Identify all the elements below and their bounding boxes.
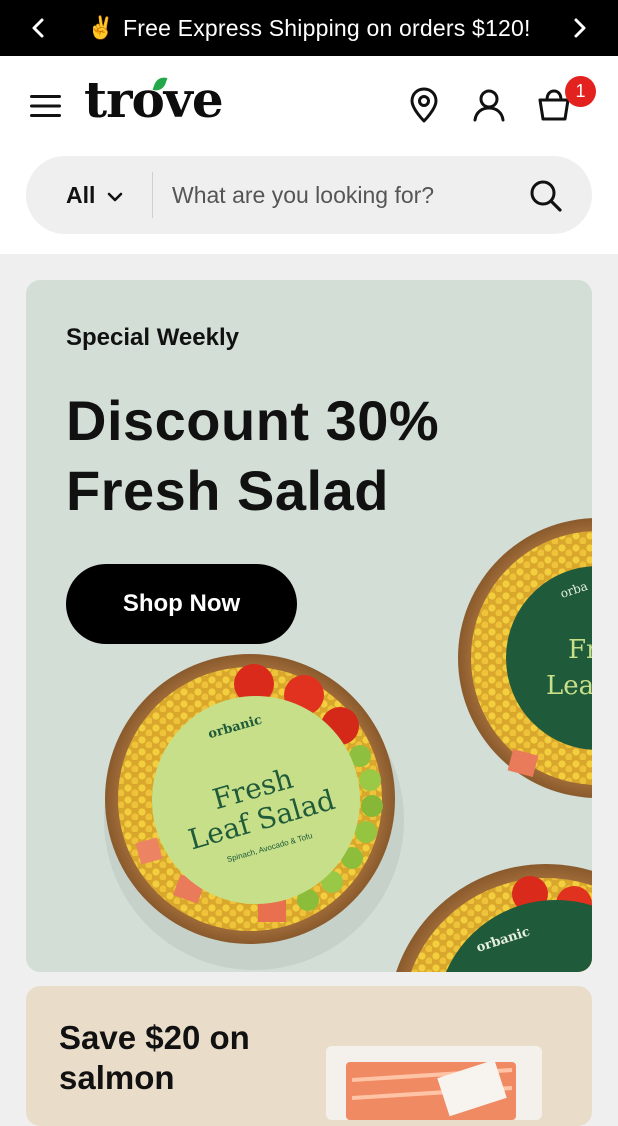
svg-text:Fr: Fr bbox=[568, 635, 592, 665]
hero-eyebrow: Special Weekly bbox=[66, 324, 239, 351]
category-select[interactable]: All bbox=[66, 156, 123, 234]
hero-headline-line2: Fresh Salad bbox=[66, 459, 389, 522]
cart-count-badge: 1 bbox=[565, 76, 596, 107]
search-input[interactable] bbox=[172, 170, 512, 220]
search-bar: All bbox=[26, 156, 592, 234]
svg-text:Lea: Lea bbox=[546, 671, 592, 701]
salmon-pack-image bbox=[326, 1046, 542, 1120]
search-divider bbox=[152, 172, 153, 218]
hero-headline: Discount 30% Fresh Salad bbox=[66, 386, 439, 526]
chevron-down-icon bbox=[107, 182, 123, 209]
hero-headline-line1: Discount 30% bbox=[66, 389, 440, 452]
promo-card[interactable]: Save $20 on salmon bbox=[26, 986, 592, 1126]
announcement-text: Free Express Shipping on orders $120! bbox=[123, 14, 531, 41]
promo-title: Save $20 on salmon bbox=[59, 1019, 250, 1096]
chevron-right-icon[interactable] bbox=[566, 14, 594, 42]
chevron-left-icon[interactable] bbox=[24, 14, 52, 42]
shop-now-button[interactable]: Shop Now bbox=[66, 564, 297, 644]
hero-banner: orbanic Fresh Leaf Salad Spinach, Avocad… bbox=[26, 280, 592, 972]
victory-hand-icon: ✌️ bbox=[87, 15, 115, 40]
search-icon[interactable] bbox=[526, 176, 566, 216]
site-header: trove 1 All bbox=[0, 56, 618, 254]
announcement-message: ✌️ Free Express Shipping on orders $120! bbox=[87, 15, 530, 42]
account-icon[interactable] bbox=[471, 86, 507, 124]
logo[interactable]: trove bbox=[84, 70, 224, 129]
menu-icon[interactable] bbox=[29, 92, 63, 120]
logo-text: trove bbox=[84, 70, 224, 129]
category-label: All bbox=[66, 181, 96, 208]
announcement-bar: ✌️ Free Express Shipping on orders $120! bbox=[0, 0, 618, 56]
location-pin-icon[interactable] bbox=[406, 86, 442, 124]
